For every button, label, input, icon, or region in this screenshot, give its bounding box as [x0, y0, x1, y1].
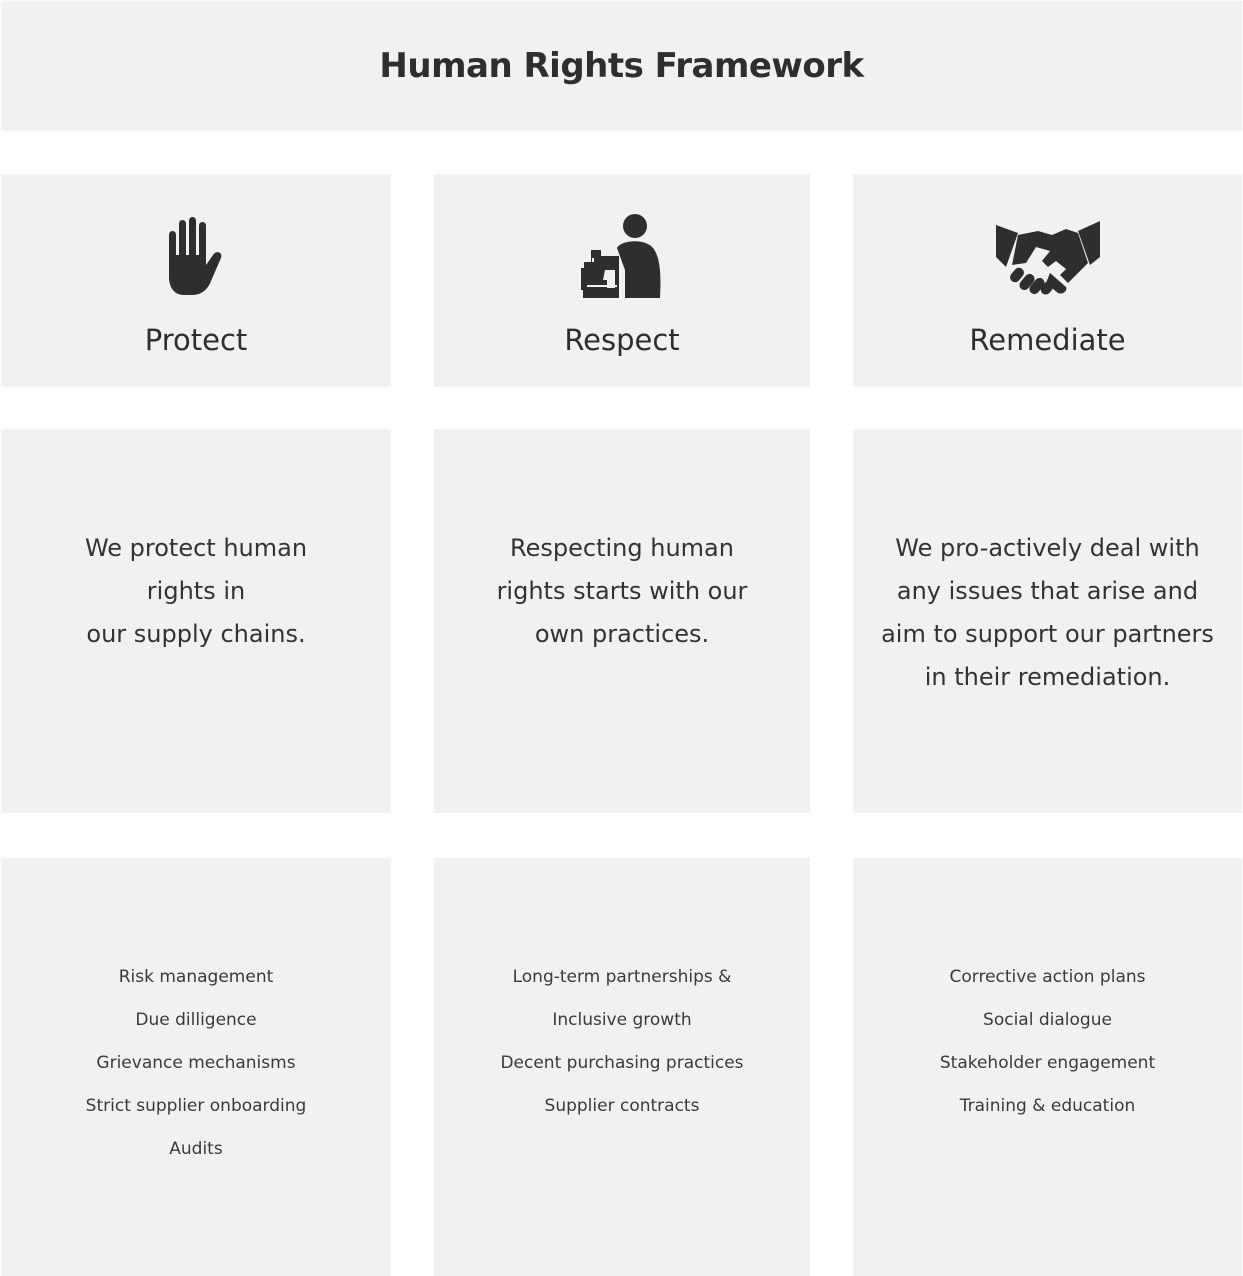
pillar-description-remediate: We pro-actively deal with any issues tha… — [853, 429, 1242, 813]
pillar-description-respect: Respecting human rights starts with our … — [434, 429, 810, 813]
list-item: Stakeholder engagement — [939, 1053, 1156, 1073]
description-line: in their remediation. — [924, 663, 1171, 691]
list-item: Long-term partnerships & — [512, 967, 732, 987]
item-list: Long-term partnerships & Inclusive growt… — [434, 956, 810, 1128]
description-line: We protect human — [84, 534, 308, 562]
list-item: Due dilligence — [135, 1010, 257, 1030]
description-line: own practices. — [534, 620, 710, 648]
list-item: Social dialogue — [983, 1010, 1112, 1030]
list-item: Grievance mechanisms — [96, 1053, 296, 1073]
pillar-card-protect: Protect — [1, 174, 391, 387]
item-list: Risk management Due dilligence Grievance… — [1, 956, 391, 1171]
list-item: Strict supplier onboarding — [85, 1096, 307, 1116]
pillar-title: Protect — [144, 323, 248, 357]
pillar-title: Respect — [564, 323, 680, 357]
pillar-card-remediate: Remediate — [853, 174, 1242, 387]
description-line: rights starts with our — [496, 577, 748, 605]
pillar-list-protect: Risk management Due dilligence Grievance… — [1, 858, 391, 1276]
list-item: Corrective action plans — [949, 967, 1146, 987]
sewing-machine-worker-icon — [434, 212, 810, 302]
list-item: Decent purchasing practices — [500, 1053, 744, 1073]
list-item: Audits — [169, 1139, 223, 1159]
pillar-list-remediate: Corrective action plans Social dialogue … — [853, 858, 1242, 1276]
handshake-icon — [853, 212, 1242, 302]
description-line: aim to support our partners — [881, 620, 1214, 648]
description-line: our supply chains. — [86, 620, 306, 648]
description-line: We pro-actively deal with — [895, 534, 1200, 562]
pillar-list-respect: Long-term partnerships & Inclusive growt… — [434, 858, 810, 1276]
page-title: Human Rights Framework — [379, 46, 864, 86]
list-item: Training & education — [959, 1096, 1136, 1116]
pillar-title: Remediate — [969, 323, 1126, 357]
raised-hand-icon — [1, 212, 391, 302]
pillar-description-protect: We protect human rights in our supply ch… — [1, 429, 391, 813]
pillar-card-respect: Respect — [434, 174, 810, 387]
description-text: Respecting human rights starts with our … — [434, 527, 810, 656]
description-line: Respecting human — [510, 534, 734, 562]
list-item: Supplier contracts — [544, 1096, 700, 1116]
description-line: rights in — [146, 577, 246, 605]
item-list: Corrective action plans Social dialogue … — [853, 956, 1242, 1128]
list-item: Inclusive growth — [552, 1010, 692, 1030]
description-line: any issues that arise and — [896, 577, 1199, 605]
header-banner: Human Rights Framework — [1, 1, 1242, 131]
list-item: Risk management — [118, 967, 274, 987]
description-text: We pro-actively deal with any issues tha… — [853, 527, 1242, 699]
description-text: We protect human rights in our supply ch… — [1, 527, 391, 656]
